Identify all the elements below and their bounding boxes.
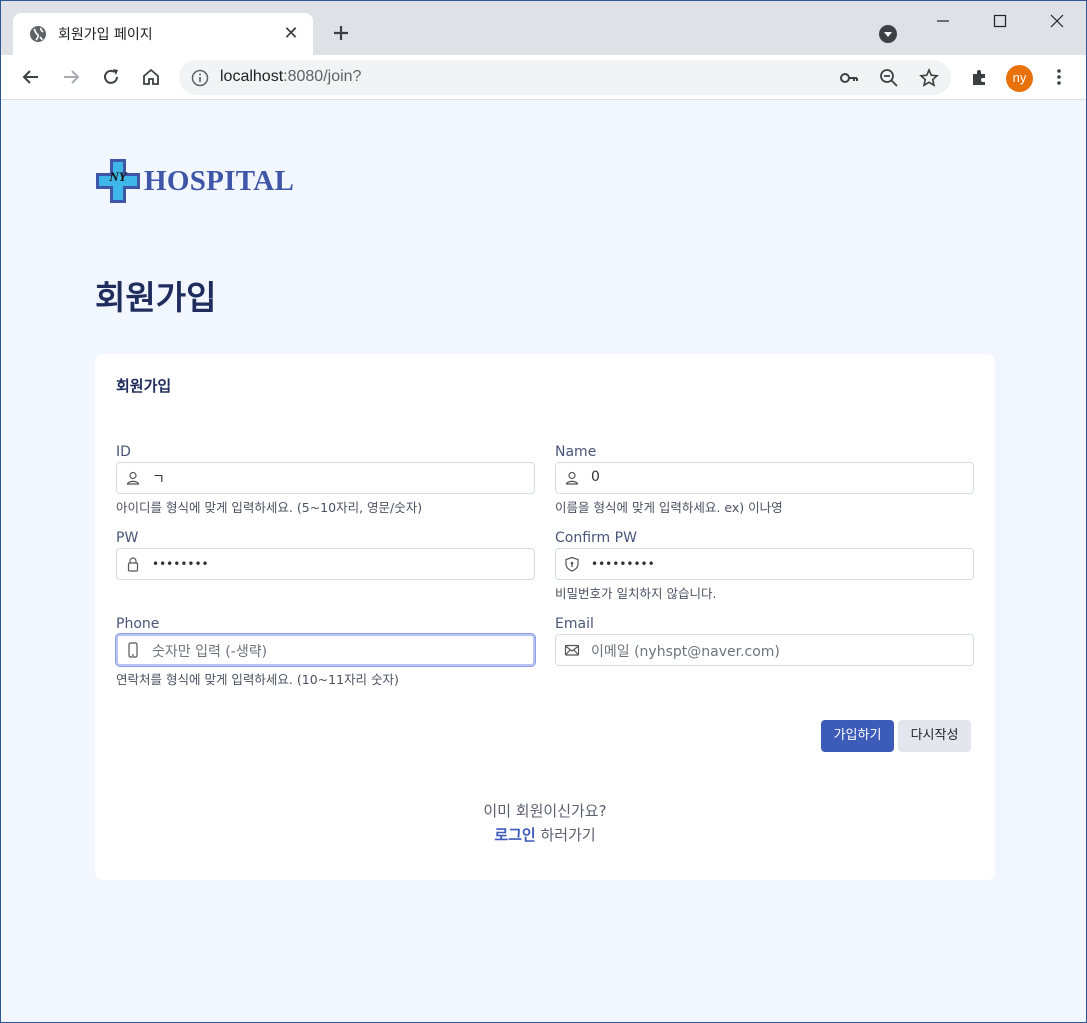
browser-window: 회원가입 페이지 ✕ localhost:8080/join? ny NY HO… — [0, 0, 1087, 1023]
tab-title: 회원가입 페이지 — [58, 27, 153, 43]
url-text: localhost:8080/join? — [220, 68, 361, 86]
reset-form-button[interactable]: 다시작성 — [898, 720, 971, 752]
browser-toolbar: localhost:8080/join? ny — [1, 55, 1086, 100]
phone-input[interactable]: 숫자만 입력 (-생략) — [116, 634, 535, 666]
tab-strip: 회원가입 페이지 ✕ — [1, 1, 1086, 55]
mail-icon — [564, 644, 580, 656]
name-input[interactable]: 0 — [555, 462, 974, 494]
email-input[interactable]: 이메일 (nyhspt@naver.com) — [555, 634, 974, 666]
phone-icon — [128, 642, 138, 658]
phone-helper-text: 연락처를 형식에 맞게 입력하세요. (10~11자리 숫자) — [116, 672, 399, 687]
pw-input[interactable]: •••••••• — [116, 548, 535, 580]
lock-icon — [127, 557, 139, 572]
id-label: ID — [116, 444, 131, 460]
bookmark-star-icon[interactable] — [919, 68, 939, 88]
confirm-pw-helper-text: 비밀번호가 일치하지 않습니다. — [555, 586, 717, 601]
login-link[interactable]: 로그인 — [494, 826, 535, 844]
confirm-pw-label: Confirm PW — [555, 530, 637, 546]
name-label: Name — [555, 444, 597, 460]
id-value: ㄱ — [152, 472, 165, 488]
email-placeholder: 이메일 (nyhspt@naver.com) — [591, 644, 780, 660]
logo-mark-text: NY — [108, 169, 127, 184]
confirm-pw-input[interactable]: ••••••••• — [555, 548, 974, 580]
maximize-icon[interactable] — [988, 9, 1012, 33]
home-icon[interactable] — [139, 65, 163, 89]
login-suffix-text: 하러가기 — [535, 826, 596, 844]
page-title: 회원가입 — [95, 278, 217, 317]
name-helper-text: 이름을 형식에 맞게 입력하세요. ex) 이나영 — [555, 500, 783, 515]
medical-cross-logo-icon: NY — [96, 159, 140, 203]
url-path: :8080/join? — [283, 68, 362, 85]
user-icon — [565, 471, 579, 485]
name-value: 0 — [591, 469, 600, 485]
zoom-out-icon[interactable] — [879, 68, 899, 88]
page-content: NY HOSPITAL 회원가입 회원가입 ID ㄱ 아이디를 형식에 맞게 입… — [1, 101, 1086, 1022]
forward-arrow-icon[interactable] — [59, 65, 83, 89]
tab-join[interactable]: 회원가입 페이지 ✕ — [13, 13, 313, 55]
address-bar[interactable]: localhost:8080/join? — [179, 60, 951, 95]
pw-label: PW — [116, 530, 139, 546]
card-title: 회원가입 — [116, 377, 172, 395]
kebab-menu-icon[interactable] — [1047, 65, 1071, 89]
phone-placeholder: 숫자만 입력 (-생략) — [152, 644, 268, 660]
phone-label: Phone — [116, 616, 160, 632]
login-prompt: 로그인 하러가기 — [95, 824, 995, 845]
new-tab-icon[interactable] — [329, 21, 353, 45]
extensions-icon[interactable] — [968, 65, 992, 89]
join-submit-button[interactable]: 가입하기 — [821, 720, 894, 752]
join-form-card: 회원가입 ID ㄱ 아이디를 형식에 맞게 입력하세요. (5~10자리, 영문… — [95, 354, 995, 880]
pw-value: •••••••• — [152, 557, 209, 571]
window-close-icon[interactable] — [1045, 9, 1069, 33]
logo-text: HOSPITAL — [144, 165, 295, 197]
confirm-pw-value: ••••••••• — [591, 557, 655, 571]
id-helper-text: 아이디를 형식에 맞게 입력하세요. (5~10자리, 영문/숫자) — [116, 500, 423, 515]
globe-icon — [30, 26, 46, 42]
already-member-text: 이미 회원이신가요? — [483, 802, 607, 820]
key-icon[interactable] — [839, 68, 859, 88]
url-host: localhost — [220, 68, 284, 85]
back-arrow-icon[interactable] — [19, 65, 43, 89]
minimize-icon[interactable] — [931, 9, 955, 33]
tab-search-icon[interactable] — [878, 24, 898, 44]
id-input[interactable]: ㄱ — [116, 462, 535, 494]
profile-avatar[interactable]: ny — [1006, 65, 1033, 92]
hospital-logo[interactable]: NY HOSPITAL — [94, 155, 294, 203]
shield-icon — [565, 556, 579, 572]
reload-icon[interactable] — [99, 65, 123, 89]
user-icon — [126, 471, 140, 485]
tab-close-button[interactable]: ✕ — [281, 24, 301, 44]
email-label: Email — [555, 616, 594, 632]
site-info-icon[interactable] — [191, 69, 209, 87]
